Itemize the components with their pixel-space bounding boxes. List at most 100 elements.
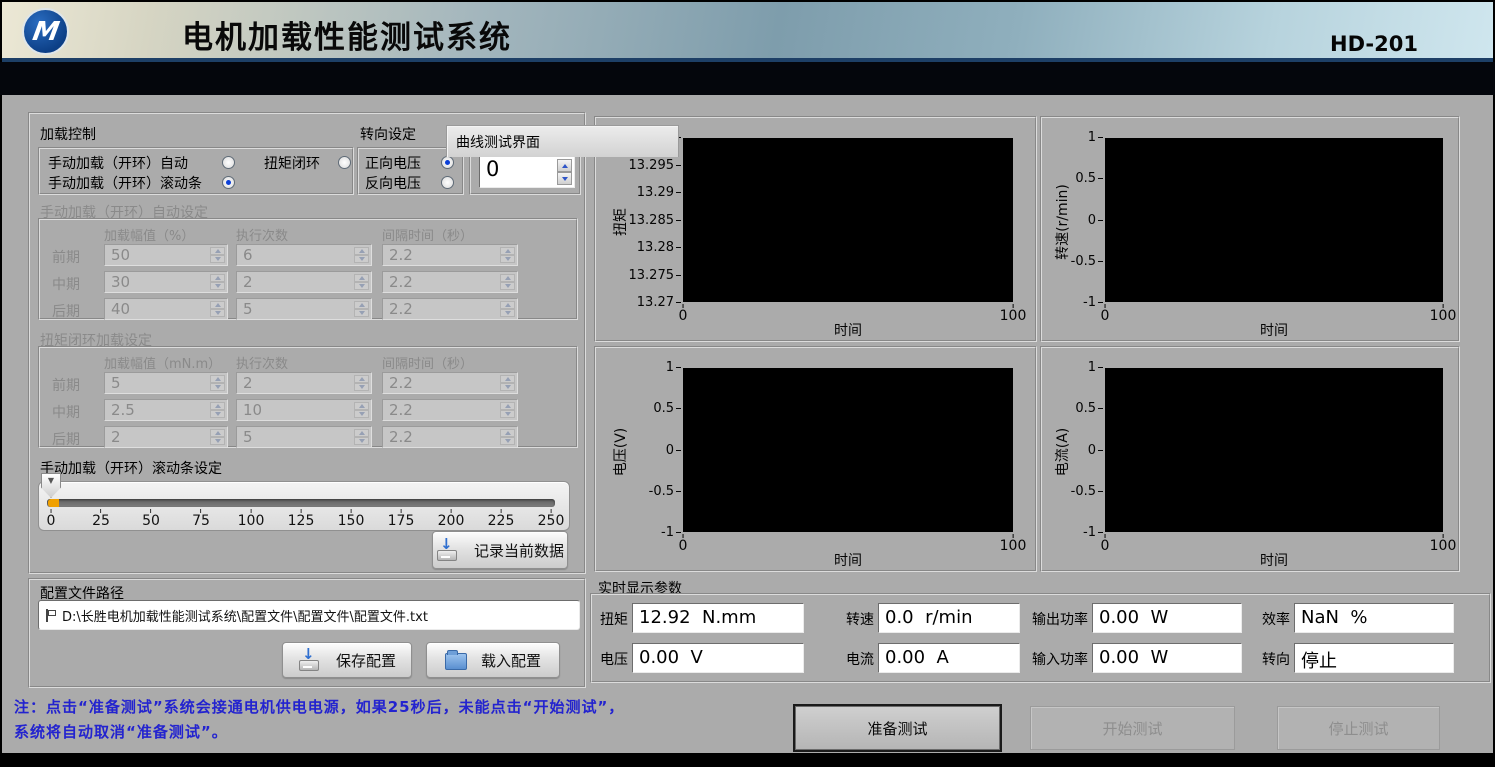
direction-title: 转向设定 (360, 124, 416, 144)
interval-field: 2.2 (382, 298, 518, 320)
option-manual-auto-radio[interactable] (222, 156, 235, 169)
record-data-label: 记录当前数据 (474, 540, 564, 561)
amp-field: 5 (104, 372, 228, 394)
app-logo-icon: M (22, 8, 69, 55)
slider-track[interactable] (47, 499, 555, 507)
x-axis-label: 时间 (683, 550, 1013, 570)
speed-label: 转速 (838, 609, 874, 629)
table-row: 前期 5 2 2.2 (40, 372, 576, 394)
load-slider[interactable]: 0255075100125150175200225250 (38, 481, 570, 531)
y-tick: 13.275 (629, 268, 682, 283)
direction-value: 停止 (1294, 643, 1454, 673)
voltage-chart: 电压(V) 10.50-0.5-1 0100 时间 (594, 346, 1037, 572)
spin-down-icon[interactable] (557, 172, 572, 185)
load-control-title: 加载控制 (40, 124, 96, 144)
slider-tick: 75 (192, 509, 210, 529)
tab-curve-test[interactable]: 曲线测试界面 (446, 125, 679, 157)
option-manual-slider-radio[interactable] (222, 176, 235, 189)
app-window: M 电机加载性能测试系统 HD-201 硬件配置 校正测功机 曲线测试界面 在线… (0, 0, 1495, 767)
count-field: 5 (236, 298, 372, 320)
save-icon: ↓ (298, 649, 322, 671)
table-row: 前期 50 6 2.2 (40, 244, 576, 266)
voltage-value: 0.00 V (632, 643, 804, 673)
plot-area (683, 368, 1013, 532)
count-field: 2 (236, 372, 372, 394)
option-torque-loop-label: 扭矩闭环 (264, 153, 320, 173)
y-tick: 0 (1088, 443, 1103, 458)
option-manual-slider-label: 手动加载（开环）滚动条 (48, 173, 202, 193)
voltage-label: 电压 (596, 649, 628, 669)
current-label: 电流 (838, 649, 874, 669)
interval-field: 2.2 (382, 426, 518, 448)
y-tick: 1 (1088, 130, 1103, 145)
slider-tick: 200 (438, 509, 465, 529)
y-tick: -0.5 (1071, 484, 1103, 499)
amp-field: 2 (104, 426, 228, 448)
col-exec-count: 执行次数 (236, 353, 288, 372)
torque-loop-settings-group: 加载幅值（mN.m） 执行次数 间隔时间（秒） 前期 5 2 2.2 中期 2.… (38, 346, 578, 448)
option-torque-loop-radio[interactable] (338, 156, 351, 169)
row-label: 前期 (52, 247, 80, 267)
y-axis-ticks: 13.313.29513.2913.28513.2813.27513.27 (621, 130, 681, 310)
amp-field: 40 (104, 298, 228, 320)
efficiency-value: NaN % (1294, 603, 1454, 633)
input-power-label: 输入功率 (1016, 649, 1088, 669)
voltage-value: 0 (486, 157, 499, 181)
current-value: 0.00 A (878, 643, 1020, 673)
forward-voltage-radio[interactable] (441, 156, 454, 169)
row-label: 后期 (52, 429, 80, 449)
y-tick: 0.5 (653, 401, 681, 416)
slider-tick: 100 (238, 509, 265, 529)
col-interval: 间隔时间（秒） (382, 225, 473, 244)
output-power-label: 输出功率 (1016, 609, 1088, 629)
save-config-button[interactable]: ↓ 保存配置 (282, 642, 412, 678)
col-exec-count: 执行次数 (236, 225, 288, 244)
y-tick: -0.5 (1071, 254, 1103, 269)
row-label: 中期 (52, 402, 80, 422)
x-axis-label: 时间 (1105, 320, 1443, 340)
efficiency-label: 效率 (1218, 609, 1290, 629)
charts-area: 扭矩 13.313.29513.2913.28513.2813.27513.27… (590, 112, 1466, 573)
start-test-button: 开始测试 (1030, 706, 1235, 750)
y-tick: -0.5 (649, 484, 681, 499)
y-tick: 0.5 (1075, 171, 1103, 186)
plot-area (1105, 368, 1443, 532)
torque-label: 扭矩 (596, 609, 628, 629)
y-tick: 13.29 (637, 185, 681, 200)
slider-thumb[interactable] (41, 473, 61, 498)
slider-fill (48, 499, 59, 507)
voltage-input[interactable]: 0 (479, 156, 575, 188)
y-tick: 1 (1088, 360, 1103, 375)
row-label: 后期 (52, 301, 80, 321)
y-tick: 13.28 (637, 240, 681, 255)
interval-field: 2.2 (382, 271, 518, 293)
slider-tick: 125 (288, 509, 315, 529)
y-axis-ticks: 10.50-0.5-1 (1043, 130, 1103, 310)
voltage-spinner[interactable] (557, 159, 572, 185)
slider-tick: 25 (92, 509, 110, 529)
slider-tick: 250 (538, 509, 565, 529)
prepare-test-button[interactable]: 准备测试 (795, 706, 1000, 750)
plot-area (683, 138, 1013, 302)
col-amplitude-mnm: 加载幅值（mN.m） (104, 353, 221, 372)
path-icon (46, 609, 55, 622)
load-config-label: 载入配置 (481, 650, 541, 671)
reverse-voltage-label: 反向电压 (365, 173, 421, 193)
y-tick: 0 (666, 443, 681, 458)
y-tick: 1 (666, 360, 681, 375)
row-label: 中期 (52, 274, 80, 294)
record-data-button[interactable]: ↓ 记录当前数据 (432, 531, 568, 569)
interval-field: 2.2 (382, 372, 518, 394)
speed-value: 0.0 r/min (878, 603, 1020, 633)
note-line-1: 注：点击“准备测试”系统会接通电机供电电源，如果25秒后，未能点击“开始测试”， (14, 696, 624, 717)
config-path-input[interactable]: D:\长胜电机加载性能测试系统\配置文件\配置文件\配置文件.txt (38, 600, 580, 630)
spin-up-icon[interactable] (557, 159, 572, 172)
forward-voltage-label: 正向电压 (365, 153, 421, 173)
slider-tick: 50 (142, 509, 160, 529)
save-icon: ↓ (436, 539, 460, 561)
reverse-voltage-radio[interactable] (441, 176, 454, 189)
current-chart: 电流(A) 10.50-0.5-1 0100 时间 (1040, 346, 1460, 572)
col-interval: 间隔时间（秒） (382, 353, 473, 372)
load-config-button[interactable]: 载入配置 (426, 642, 560, 678)
tab-bar: 硬件配置 校正测功机 曲线测试界面 在线测试 测试数据 测试曲线 帮助 (0, 62, 1495, 95)
